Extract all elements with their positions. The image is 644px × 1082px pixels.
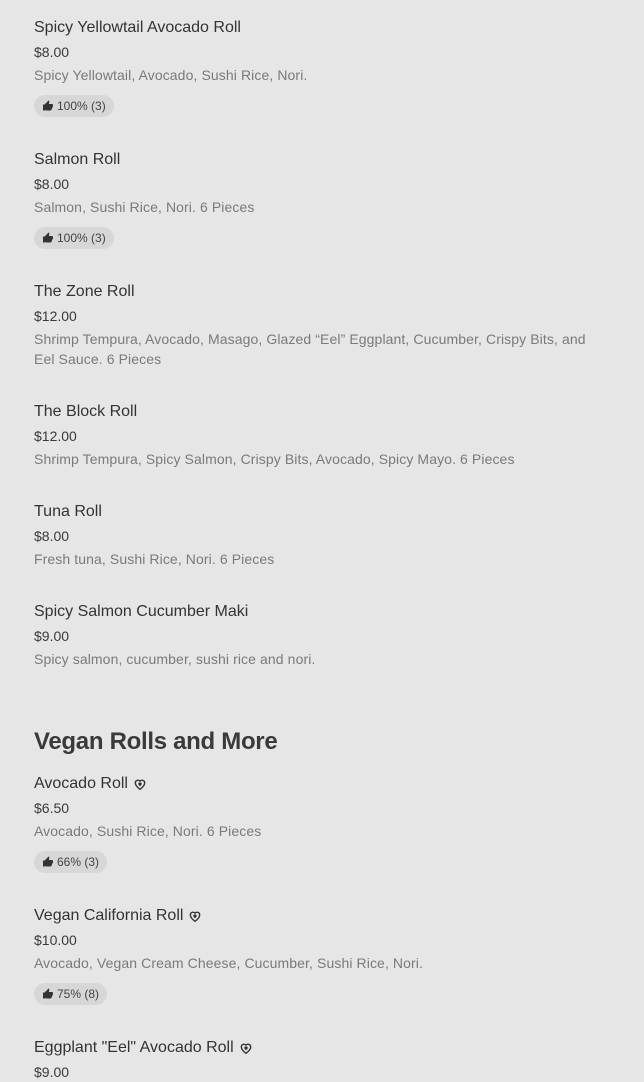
item-description: Spicy salmon, cucumber, sushi rice and n… [34,651,316,667]
rating-badge: 75% (8) [34,983,108,1005]
rating-badge: 66% (3) [34,851,108,873]
item-price: $9.00 [34,1064,70,1080]
thumbs-up-icon [43,988,53,999]
item-name-row: Vegan California Roll [34,906,610,926]
item-price: $12.00 [34,428,77,444]
rating-text: 100% (3) [57,99,106,113]
item-name: Spicy Yellowtail Avocado Roll [34,19,241,36]
item-name: Eggplant "Eel" Avocado Roll [34,1039,234,1056]
item-description: Salmon, Sushi Rice, Nori. 6 Pieces [34,199,255,215]
rating-text: 66% (3) [57,855,100,869]
item-price: $12.00 [34,308,77,324]
menu-item[interactable]: The Block Roll $12.00 Shrimp Tempura, Sp… [34,402,610,469]
item-description: Spicy Yellowtail, Avocado, Sushi Rice, N… [34,67,308,83]
vegan-icon [134,779,146,791]
item-price: $6.50 [34,800,70,816]
item-description: Avocado, Vegan Cream Cheese, Cucumber, S… [34,955,423,971]
rating-text: 75% (8) [57,987,100,1001]
item-name: Tuna Roll [34,503,102,520]
menu-item[interactable]: The Zone Roll $12.00 Shrimp Tempura, Avo… [34,282,610,369]
item-price: $8.00 [34,44,70,60]
item-description: Avocado, Sushi Rice, Nori. 6 Pieces [34,823,262,839]
item-name: The Zone Roll [34,283,135,300]
item-price: $9.00 [34,628,70,644]
rating-badge: 100% (3) [34,95,114,117]
item-price: $8.00 [34,528,70,544]
menu-item[interactable]: Eggplant "Eel" Avocado Roll $9.00 [34,1038,610,1081]
item-description: Shrimp Tempura, Avocado, Masago, Glazed … [34,331,586,367]
item-price: $10.00 [34,932,77,948]
item-name-row: Avocado Roll [34,774,610,794]
menu-item[interactable]: Tuna Roll $8.00 Fresh tuna, Sushi Rice, … [34,502,610,569]
item-name: Vegan California Roll [34,907,184,924]
rating-text: 100% (3) [57,231,106,245]
item-name: Salmon Roll [34,151,121,168]
rating-badge: 100% (3) [34,227,114,249]
item-name: Avocado Roll [34,775,128,792]
thumbs-up-icon [43,856,53,867]
item-name: Spicy Salmon Cucumber Maki [34,603,249,620]
item-description: Shrimp Tempura, Spicy Salmon, Crispy Bit… [34,451,515,467]
thumbs-up-icon [43,232,53,243]
item-price: $8.00 [34,176,70,192]
item-description: Fresh tuna, Sushi Rice, Nori. 6 Pieces [34,551,275,567]
vegan-icon [190,911,201,923]
item-name: The Block Roll [34,403,138,420]
thumbs-up-icon [43,100,53,111]
menu-item[interactable]: Spicy Salmon Cucumber Maki $9.00 Spicy s… [34,602,610,669]
menu-item[interactable]: Vegan California Roll $10.00 Avocado, Ve… [34,906,610,1005]
menu-item[interactable]: Salmon Roll $8.00 Salmon, Sushi Rice, No… [34,150,610,249]
item-name-row: Eggplant "Eel" Avocado Roll [34,1038,610,1058]
menu-item[interactable]: Avocado Roll $6.50 Avocado, Sushi Rice, … [34,774,610,873]
menu-item[interactable]: Spicy Yellowtail Avocado Roll $8.00 Spic… [34,18,610,117]
section-title: Vegan Rolls and More [34,728,278,755]
vegan-icon [240,1043,252,1055]
